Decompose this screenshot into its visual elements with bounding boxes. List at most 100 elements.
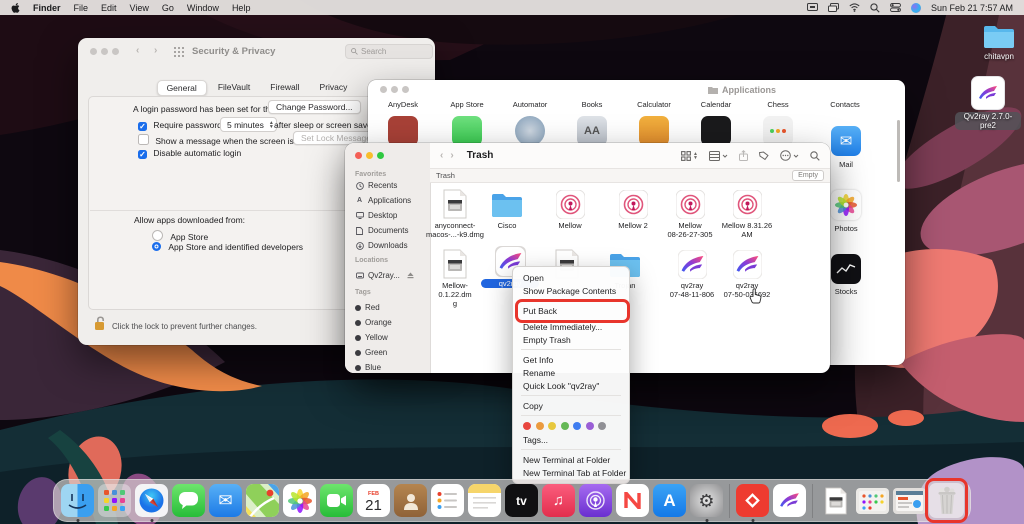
minimize-button[interactable] (101, 48, 108, 55)
sidebar-tag-yellow[interactable]: Yellow (355, 333, 388, 342)
menu-finder[interactable]: Finder (33, 3, 61, 13)
forward-icon[interactable]: › (154, 45, 157, 56)
desktop-icon-qv2ray[interactable]: Qv2ray 2.7.0-pre2 (955, 76, 1021, 130)
dock-news[interactable] (616, 484, 649, 517)
dock-podcasts[interactable] (579, 484, 612, 517)
menu-go[interactable]: Go (162, 3, 174, 13)
dock-music[interactable]: ♫ (542, 484, 575, 517)
file-mellow-8-31-26[interactable]: Mellow 8.31.26AM (718, 187, 776, 239)
dock-dmg-document[interactable] (819, 484, 852, 517)
zoom-button[interactable] (377, 152, 384, 159)
window-stack-icon[interactable] (828, 3, 839, 12)
apple-icon[interactable] (11, 2, 20, 13)
search-icon[interactable] (810, 151, 820, 161)
dock-app-store[interactable]: A (653, 484, 686, 517)
app-icon[interactable] (639, 116, 669, 146)
dock-contacts[interactable] (394, 484, 427, 517)
identified-developers-radio[interactable] (152, 242, 161, 251)
menu-item-new-terminal[interactable]: New Terminal at Folder (513, 453, 629, 466)
sidebar-item-downloads[interactable]: Downloads (355, 241, 408, 250)
app-icon[interactable] (763, 116, 793, 146)
tag-yellow-icon[interactable] (548, 422, 556, 430)
more-actions-icon[interactable] (780, 150, 799, 161)
menu-edit[interactable]: Edit (101, 3, 117, 13)
menu-item-tags[interactable]: Tags... (513, 433, 629, 446)
file-qv2ray-07-50-035692[interactable]: qv2ray07-50-035692 (718, 247, 776, 299)
tag-icon[interactable] (759, 151, 769, 161)
menu-item-delete-immediately[interactable]: Delete Immediately... (513, 320, 629, 333)
siri-icon[interactable] (911, 3, 921, 13)
menu-bar-clock[interactable]: Sun Feb 21 7:57 AM (931, 3, 1013, 13)
file-mellow-dmg[interactable]: Mellow-0.1.22.dmg (426, 247, 484, 308)
tab-privacy[interactable]: Privacy (311, 80, 357, 96)
close-button[interactable] (380, 86, 387, 93)
photos-app-icon[interactable] (831, 190, 861, 220)
app-icon[interactable] (701, 116, 731, 146)
menu-item-show-package-contents[interactable]: Show Package Contents (513, 284, 629, 297)
zoom-button[interactable] (402, 86, 409, 93)
group-by-icon[interactable] (709, 151, 728, 161)
display-icon[interactable] (807, 3, 818, 12)
sidebar-tag-blue[interactable]: Blue (355, 363, 381, 372)
menu-item-open[interactable]: Open (513, 271, 629, 284)
file-mellow-08-26-27-305[interactable]: Mellow08-26-27-305 (661, 187, 719, 239)
search-input[interactable]: Search (345, 44, 433, 59)
dock-maps[interactable] (246, 484, 279, 517)
menu-window[interactable]: Window (187, 3, 219, 13)
icon-view-icon[interactable]: ▲▼ (681, 151, 698, 161)
desktop-icon-chitavpn[interactable]: chitavpn (968, 24, 1024, 61)
app-icon[interactable] (388, 116, 418, 146)
sidebar-tag-red[interactable]: Red (355, 303, 380, 312)
require-password-delay-dropdown[interactable]: 5 minutes ▲▼ (220, 117, 277, 132)
unlock-icon[interactable] (93, 315, 107, 331)
dock-trash[interactable] (930, 484, 963, 517)
dock-system-preferences[interactable]: ⚙ (690, 484, 723, 517)
dock-minimized-window-1[interactable] (856, 488, 889, 514)
menu-item-rename[interactable]: Rename (513, 366, 629, 379)
show-all-icon[interactable] (174, 47, 184, 57)
menu-item-empty-trash[interactable]: Empty Trash (513, 333, 629, 346)
file-mellow-2[interactable]: Mellow 2 (604, 187, 662, 230)
zoom-button[interactable] (112, 48, 119, 55)
menu-item-copy[interactable]: Copy (513, 399, 629, 412)
menu-item-new-terminal-tab[interactable]: New Terminal Tab at Folder (513, 466, 629, 479)
file-anyconnect-dmg[interactable]: anyconnect-macos-...-k9.dmg (426, 187, 484, 239)
dock-finder[interactable] (61, 484, 94, 517)
menu-help[interactable]: Help (232, 3, 251, 13)
sidebar-tag-green[interactable]: Green (355, 348, 387, 357)
tag-green-icon[interactable] (561, 422, 569, 430)
sidebar-item-applications[interactable]: A Applications (355, 196, 411, 205)
close-button[interactable] (355, 152, 362, 159)
minimize-button[interactable] (391, 86, 398, 93)
disable-auto-login-checkbox[interactable]: ✓ (138, 150, 147, 159)
dock-facetime[interactable] (320, 484, 353, 517)
dock-reminders[interactable] (431, 484, 464, 517)
tag-blue-icon[interactable] (573, 422, 581, 430)
menu-file[interactable]: File (74, 3, 89, 13)
wifi-icon[interactable] (849, 3, 860, 12)
back-icon[interactable]: ‹ (440, 150, 443, 161)
tag-orange-icon[interactable] (536, 422, 544, 430)
scrollbar[interactable] (897, 120, 900, 182)
app-icon[interactable]: AA (577, 116, 607, 146)
app-icon[interactable] (515, 116, 545, 146)
file-cisco-folder[interactable]: Cisco (478, 187, 536, 230)
stocks-app-icon[interactable] (831, 254, 861, 284)
tag-red-icon[interactable] (523, 422, 531, 430)
dock-anydesk[interactable] (736, 484, 769, 517)
eject-icon[interactable] (407, 272, 414, 279)
tab-firewall[interactable]: Firewall (261, 80, 308, 96)
sidebar-item-recents[interactable]: Recents (355, 181, 397, 190)
close-button[interactable] (90, 48, 97, 55)
menu-item-get-info[interactable]: Get Info (513, 353, 629, 366)
file-mellow[interactable]: Mellow (541, 187, 599, 230)
tag-purple-icon[interactable] (586, 422, 594, 430)
dock-minimized-window-2[interactable] (893, 488, 926, 514)
app-icon[interactable] (452, 116, 482, 146)
minimize-button[interactable] (366, 152, 373, 159)
app-store-radio[interactable] (152, 230, 163, 241)
tag-gray-icon[interactable] (598, 422, 606, 430)
sidebar-item-qv2ray-volume[interactable]: Qv2ray... (355, 271, 414, 280)
tab-filevault[interactable]: FileVault (209, 80, 259, 96)
sidebar-tag-orange[interactable]: Orange (355, 318, 392, 327)
